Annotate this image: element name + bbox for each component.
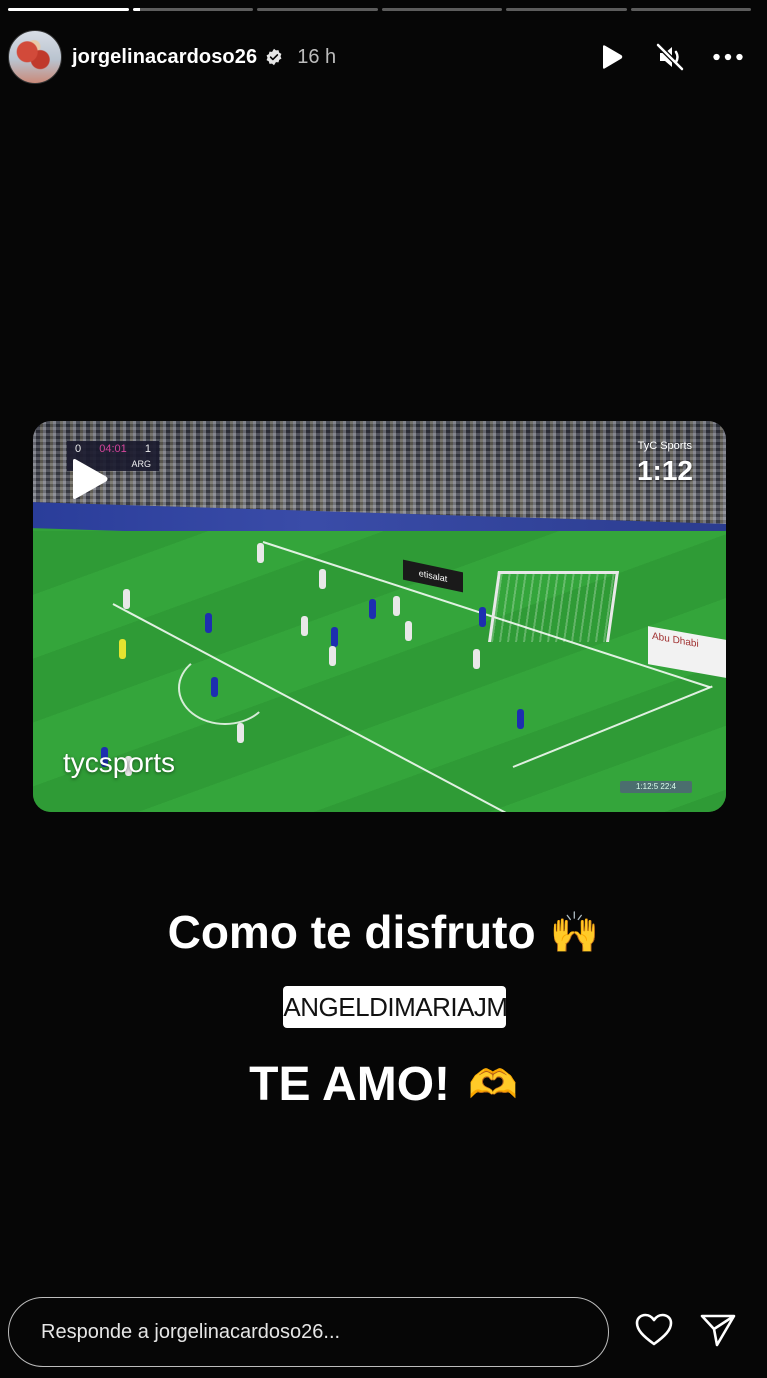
like-button[interactable] xyxy=(634,1310,674,1350)
progress-segment xyxy=(132,8,253,11)
story-caption-line2: TE AMO! 🫶 xyxy=(0,1057,767,1112)
shared-video[interactable]: etisalat Abu Dhabi 0 04:01 1 ARG TyC Sport… xyxy=(33,421,726,812)
story-header: jorgelinacardoso26 16 h xyxy=(8,30,743,84)
mute-button[interactable] xyxy=(655,42,685,72)
caption-text: TE AMO! xyxy=(249,1058,451,1111)
reply-placeholder: Responde a jorgelinacardoso26... xyxy=(41,1320,341,1343)
replay-tag: 1:12:5 22:4 xyxy=(620,781,692,793)
progress-segment xyxy=(257,8,378,11)
progress-segment xyxy=(8,8,129,11)
mention-sticker[interactable]: ANGELDIMARIAJM xyxy=(283,986,508,1028)
play-icon xyxy=(603,45,623,69)
reply-input[interactable]: Responde a jorgelinacardoso26... xyxy=(8,1297,609,1367)
verified-badge-icon xyxy=(266,48,282,66)
story-progress-bar xyxy=(8,8,751,12)
video-play-icon[interactable] xyxy=(69,457,109,501)
post-time: 16 h xyxy=(297,45,337,68)
play-button[interactable] xyxy=(597,42,627,72)
progress-segment xyxy=(381,8,502,11)
progress-segment xyxy=(506,8,627,11)
more-options-button[interactable] xyxy=(713,42,743,72)
muted-speaker-icon xyxy=(656,43,684,71)
heart-hands-emoji-icon: 🫶 xyxy=(468,1062,518,1108)
heart-icon xyxy=(635,1313,673,1346)
caption-text: Como te disfruto xyxy=(167,906,536,958)
send-icon xyxy=(700,1314,736,1347)
video-watermark: tycsports xyxy=(63,747,176,778)
raising-hands-emoji-icon: 🙌 xyxy=(549,909,600,956)
away-score: 1 xyxy=(144,443,151,455)
away-team: ARG xyxy=(131,459,151,469)
broadcaster-logo: TyC Sports xyxy=(637,440,692,452)
home-score: 0 xyxy=(75,443,82,455)
more-options-icon xyxy=(713,53,743,61)
send-button[interactable] xyxy=(698,1310,738,1350)
progress-segment xyxy=(630,8,751,11)
avatar[interactable] xyxy=(8,30,62,84)
mention-username: ANGELDIMARIAJM xyxy=(283,991,508,1022)
username[interactable]: jorgelinacardoso26 xyxy=(72,46,257,69)
video-duration: 1:12 xyxy=(636,455,693,486)
goal-net xyxy=(488,571,619,642)
story-controls xyxy=(597,42,743,72)
story-caption-line1: Como te disfruto 🙌 xyxy=(0,905,767,959)
